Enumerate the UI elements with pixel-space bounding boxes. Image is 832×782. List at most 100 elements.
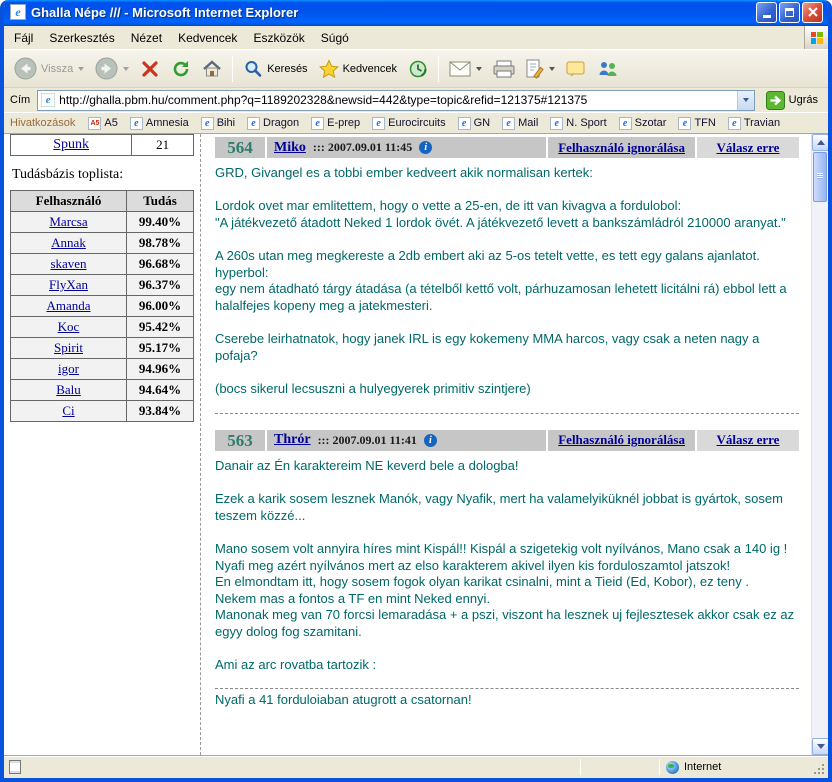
- user-score: 98.78%: [127, 233, 194, 254]
- ie-icon: e: [130, 117, 143, 130]
- ignore-user-link[interactable]: Felhasználó ignorálása: [558, 140, 685, 156]
- favorites-button[interactable]: Kedvencek: [314, 53, 402, 85]
- post-number: 563: [215, 430, 265, 451]
- link-gn[interactable]: eGN: [452, 117, 497, 130]
- link-amnesia[interactable]: eAmnesia: [124, 117, 195, 130]
- search-button[interactable]: Keresés: [238, 53, 312, 85]
- edit-icon: [526, 59, 544, 79]
- print-icon: [493, 60, 515, 78]
- link-tfn[interactable]: eTFN: [672, 117, 721, 130]
- address-input[interactable]: e http://ghalla.pbm.hu/comment.php?q=118…: [37, 90, 754, 111]
- minimize-icon: [763, 15, 771, 18]
- table-row: Annak 98.78%: [11, 233, 194, 254]
- discuss-button[interactable]: [561, 53, 591, 85]
- info-icon[interactable]: i: [424, 434, 437, 447]
- messenger-icon: [597, 59, 619, 79]
- spunk-table: Spunk 21: [10, 134, 194, 156]
- user-link[interactable]: Marcsa: [49, 214, 87, 229]
- stop-button[interactable]: [135, 53, 165, 85]
- scroll-up-button[interactable]: [812, 134, 828, 151]
- favorites-label: Kedvencek: [343, 63, 397, 75]
- post-author-link[interactable]: Thrór: [274, 432, 311, 448]
- ignore-user-cell: Felhasználó ignorálása: [548, 430, 695, 451]
- link-nsport[interactable]: eN. Sport: [544, 117, 612, 130]
- close-icon: [808, 7, 818, 17]
- edit-button[interactable]: [521, 53, 560, 85]
- print-button[interactable]: [488, 53, 520, 85]
- menu-tools[interactable]: Eszközök: [245, 27, 312, 49]
- vertical-scrollbar[interactable]: [811, 134, 828, 755]
- sidebar-link-spunk[interactable]: Spunk: [53, 137, 89, 152]
- document-icon: [9, 760, 21, 774]
- minimize-button[interactable]: [756, 2, 777, 23]
- address-url: http://ghalla.pbm.hu/comment.php?q=11892…: [55, 93, 736, 107]
- user-score: 95.42%: [127, 317, 194, 338]
- scroll-down-button[interactable]: [812, 738, 828, 755]
- globe-icon: [666, 761, 679, 774]
- link-label: Amnesia: [146, 117, 189, 129]
- link-eurocircuits[interactable]: eEurocircuits: [366, 117, 451, 130]
- history-button[interactable]: [403, 53, 433, 85]
- post-author-link[interactable]: Miko: [274, 140, 306, 156]
- scrollbar-thumb[interactable]: [813, 152, 827, 202]
- menu-favorites[interactable]: Kedvencek: [170, 27, 245, 49]
- menu-view[interactable]: Nézet: [123, 27, 170, 49]
- ignore-user-link[interactable]: Felhasználó ignorálása: [558, 432, 685, 448]
- user-score: 96.37%: [127, 275, 194, 296]
- user-link[interactable]: Annak: [51, 235, 86, 250]
- titlebar[interactable]: e Ghalla Népe /// - Microsoft Internet E…: [4, 0, 828, 26]
- user-link[interactable]: Balu: [56, 382, 81, 397]
- address-dropdown-button[interactable]: [737, 91, 754, 110]
- link-szotar[interactable]: eSzotar: [613, 117, 673, 130]
- ie-icon: e: [550, 117, 563, 130]
- user-link[interactable]: Spirit: [54, 340, 83, 355]
- status-main-panel: [4, 756, 580, 778]
- home-button[interactable]: [197, 53, 227, 85]
- page-favicon: e: [41, 93, 55, 107]
- link-a5[interactable]: A5A5: [82, 117, 123, 130]
- table-row: igor94.96%: [11, 359, 194, 380]
- link-eprep[interactable]: eE-prep: [305, 117, 366, 130]
- link-label: E-prep: [327, 117, 360, 129]
- menu-help[interactable]: Súgó: [313, 27, 357, 49]
- refresh-button[interactable]: [166, 53, 196, 85]
- link-mail[interactable]: eMail: [496, 117, 544, 130]
- go-button[interactable]: Ugrás: [760, 90, 824, 111]
- mail-button[interactable]: [444, 53, 487, 85]
- back-button[interactable]: Vissza: [9, 53, 89, 85]
- user-link[interactable]: Koc: [58, 319, 80, 334]
- menu-edit[interactable]: Szerkesztés: [41, 27, 122, 49]
- user-link[interactable]: Ci: [62, 403, 74, 418]
- messenger-button[interactable]: [592, 53, 624, 85]
- user-link[interactable]: igor: [58, 361, 79, 376]
- maximize-button[interactable]: [779, 2, 800, 23]
- search-label: Keresés: [267, 63, 307, 75]
- link-bihi[interactable]: eBihi: [195, 117, 241, 130]
- user-score: 96.68%: [127, 254, 194, 275]
- user-link[interactable]: Amanda: [46, 298, 90, 313]
- stop-icon: [140, 59, 160, 79]
- column-header-score: Tudás: [127, 191, 194, 212]
- link-label: Bihi: [217, 117, 235, 129]
- user-score: 96.00%: [127, 296, 194, 317]
- resize-grip[interactable]: [810, 756, 828, 778]
- reply-link[interactable]: Válasz erre: [717, 432, 780, 448]
- info-icon[interactable]: i: [419, 141, 432, 154]
- menu-file[interactable]: Fájl: [6, 27, 41, 49]
- user-link[interactable]: FlyXan: [49, 277, 88, 292]
- ie-app-icon: e: [10, 4, 26, 20]
- reply-link[interactable]: Válasz erre: [717, 140, 780, 156]
- link-travian[interactable]: eTravian: [722, 117, 786, 130]
- link-dragon[interactable]: eDragon: [241, 117, 305, 130]
- chevron-down-icon: [743, 98, 749, 102]
- user-link[interactable]: skaven: [50, 256, 86, 271]
- table-row: Spunk 21: [11, 135, 194, 156]
- a5-icon: A5: [88, 117, 101, 130]
- link-label: Travian: [744, 117, 780, 129]
- spunk-value: 21: [132, 135, 194, 156]
- ie-icon: e: [247, 117, 260, 130]
- link-label: A5: [104, 117, 117, 129]
- close-button[interactable]: [802, 2, 823, 23]
- forward-button[interactable]: [90, 53, 134, 85]
- link-label: N. Sport: [566, 117, 606, 129]
